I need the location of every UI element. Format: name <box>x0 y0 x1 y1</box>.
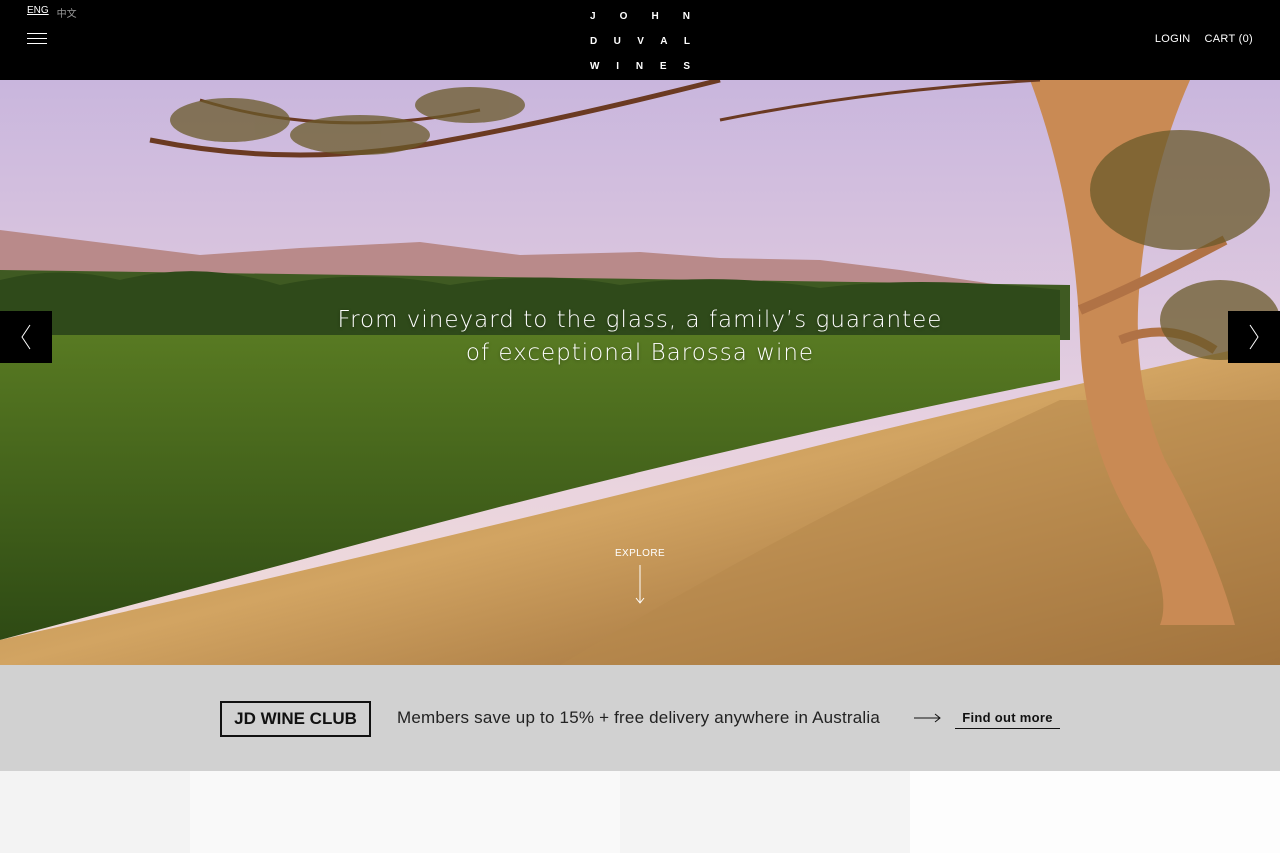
wine-club-text: Members save up to 15% + free delivery a… <box>397 708 881 727</box>
chevron-left-icon <box>21 324 31 350</box>
logo-letter: J <box>590 11 596 22</box>
explore-label: EXPLORE <box>614 548 666 559</box>
menu-icon[interactable] <box>27 33 47 47</box>
wine-club-banner: JD WINE CLUB Members save up to 15% + fr… <box>0 665 1280 771</box>
tagline-line-1: From vineyard to the glass, a family’s g… <box>337 307 943 333</box>
chevron-right-icon <box>1249 324 1259 350</box>
language-switcher: ENG 中文 <box>27 5 77 20</box>
slider-next-button[interactable] <box>1228 311 1280 363</box>
logo-letter: H <box>651 11 659 22</box>
header-actions: LOGIN CART (0) <box>1155 33 1253 45</box>
find-out-more-link[interactable]: Find out more <box>955 710 1060 729</box>
arrow-right-icon <box>914 713 941 723</box>
arrow-down-icon <box>635 565 645 604</box>
site-header: ENG 中文 JOHN DUVAL WINES LOGIN CART (0) <box>0 0 1280 80</box>
hero-slider: From vineyard to the glass, a family’s g… <box>0 80 1280 665</box>
logo-line-2: DUVAL <box>590 35 690 60</box>
wine-club-badge: JD WINE CLUB <box>220 701 371 737</box>
logo-letter: A <box>660 36 668 47</box>
hero-tagline: From vineyard to the glass, a family’s g… <box>0 304 1280 370</box>
cart-link[interactable]: CART (0) <box>1205 33 1253 45</box>
login-link[interactable]: LOGIN <box>1155 33 1191 45</box>
slider-prev-button[interactable] <box>0 311 52 363</box>
logo-line-1: JOHN <box>590 10 690 35</box>
tagline-line-2: of exceptional Barossa wine <box>465 340 815 366</box>
lang-chinese-link[interactable]: 中文 <box>57 5 77 20</box>
logo-letter: L <box>683 36 690 47</box>
logo-letter: V <box>637 36 644 47</box>
logo-letter: O <box>619 11 628 22</box>
explore-link[interactable]: EXPLORE <box>590 548 690 605</box>
logo-letter: U <box>613 36 621 47</box>
logo[interactable]: JOHN DUVAL WINES <box>590 10 690 85</box>
content-strip <box>0 771 1280 853</box>
lang-eng-link[interactable]: ENG <box>27 5 49 20</box>
logo-letter: D <box>590 36 598 47</box>
logo-letter: N <box>682 11 690 22</box>
